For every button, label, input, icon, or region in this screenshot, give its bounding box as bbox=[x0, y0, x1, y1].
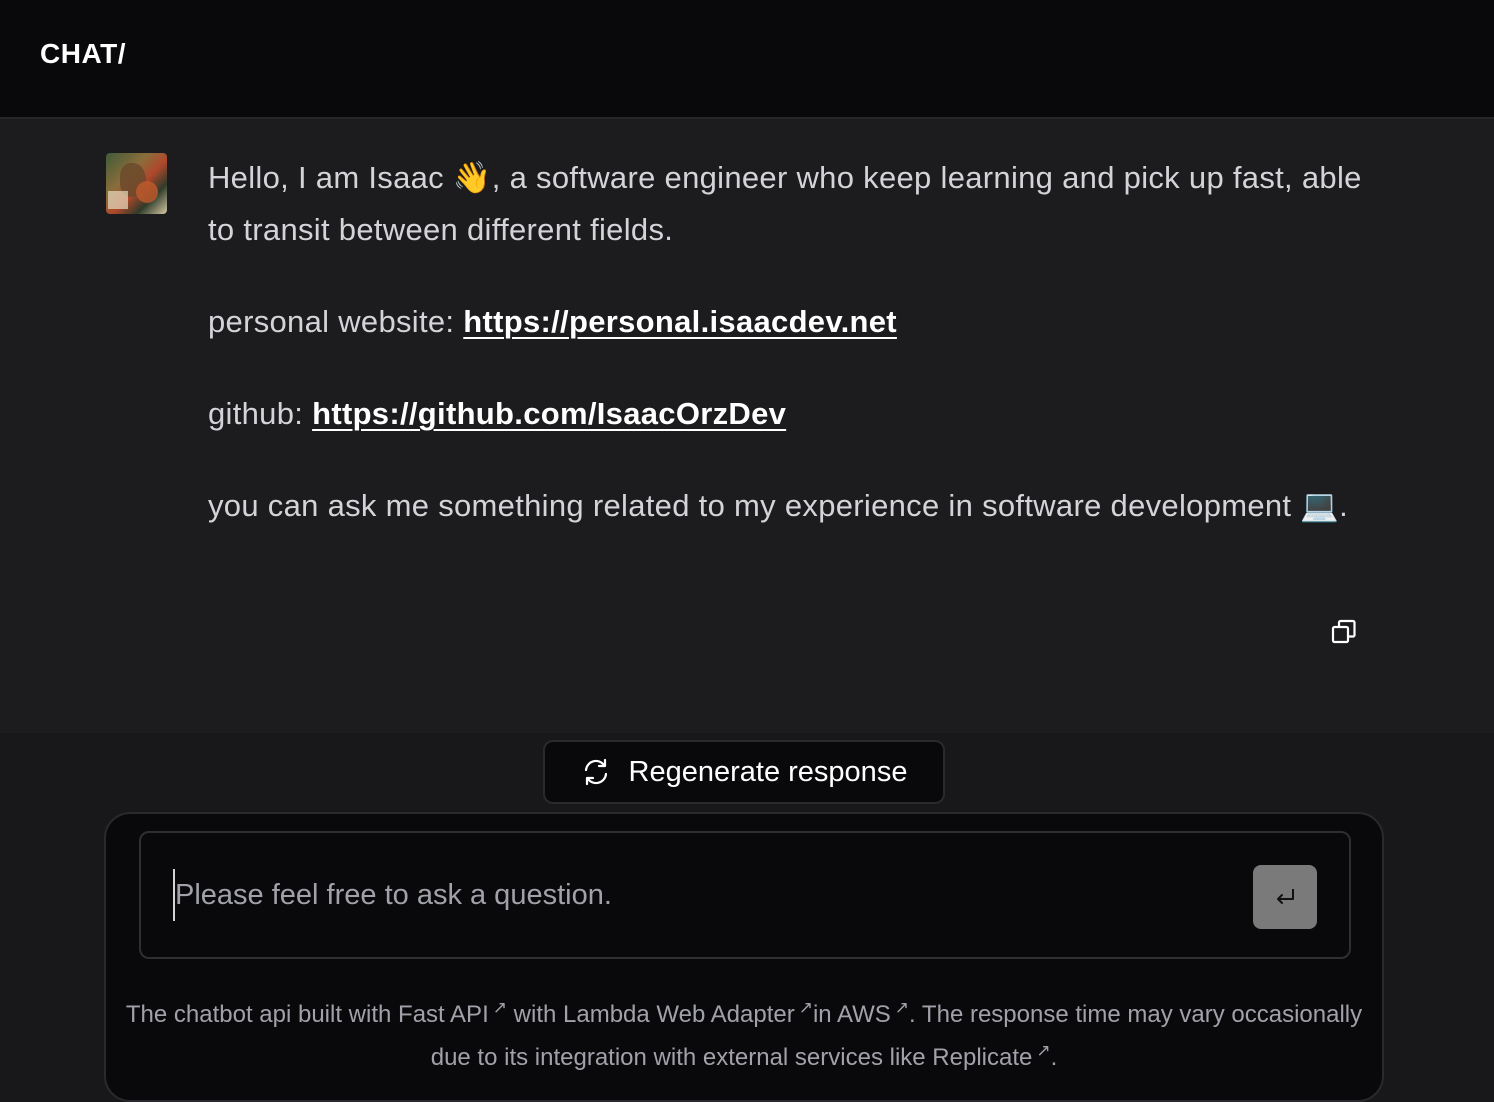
footer-note: The chatbot api built with Fast API ↗ wit… bbox=[106, 990, 1382, 1076]
question-input-box bbox=[139, 831, 1351, 959]
copy-icon bbox=[1331, 619, 1356, 644]
github-link[interactable]: https://github.com/IsaacOrzDev bbox=[312, 396, 786, 431]
composer-panel: The chatbot api built with Fast API↗ wit… bbox=[104, 812, 1384, 1102]
footer-text-2: with bbox=[506, 1001, 563, 1028]
aws-link[interactable]: AWS ↗ bbox=[837, 998, 910, 1028]
lambda-web-adapter-link[interactable]: Lambda Web Adapter ↗ bbox=[563, 998, 813, 1028]
footer-text-3: in bbox=[812, 1001, 837, 1028]
top-header: CHAT/ bbox=[0, 0, 1494, 119]
regenerate-label: Regenerate response bbox=[628, 755, 908, 788]
intro-paragraph: Hello, I am Isaac 👋, a software engineer… bbox=[208, 160, 1362, 247]
github-label: github: bbox=[208, 396, 313, 431]
external-link-icon: ↗ bbox=[1036, 1041, 1051, 1060]
refresh-icon bbox=[584, 758, 607, 786]
closing-paragraph: you can ask me something related to my e… bbox=[208, 488, 1349, 523]
fastapi-link[interactable]: Fast API ↗ bbox=[398, 998, 507, 1028]
footer-text-5: . bbox=[1050, 1044, 1058, 1071]
external-link-icon: ↗ bbox=[894, 998, 910, 1017]
question-input[interactable] bbox=[173, 869, 1213, 921]
assistant-message: Hello, I am Isaac 👋, a software engineer… bbox=[208, 152, 1378, 572]
external-link-icon: ↗ bbox=[492, 998, 507, 1017]
github-paragraph: github: https://github.com/IsaacOrzDev bbox=[208, 388, 1378, 440]
regenerate-response-button[interactable]: Regenerate response bbox=[543, 740, 945, 804]
external-link-icon: ↗ bbox=[798, 998, 813, 1017]
copy-button[interactable] bbox=[1330, 618, 1358, 646]
send-button[interactable] bbox=[1253, 865, 1317, 929]
website-link[interactable]: https://personal.isaacdev.net bbox=[463, 304, 897, 339]
website-label: personal website: bbox=[208, 304, 464, 339]
replicate-link[interactable]: Replicate ↗ bbox=[932, 1041, 1051, 1071]
website-paragraph: personal website: https://personal.isaac… bbox=[208, 296, 1378, 348]
user-avatar bbox=[106, 153, 167, 214]
enter-return-icon bbox=[1277, 889, 1294, 904]
brand-logo[interactable]: CHAT/ bbox=[40, 38, 126, 70]
footer-text-1: The chatbot api built with bbox=[125, 1001, 399, 1028]
